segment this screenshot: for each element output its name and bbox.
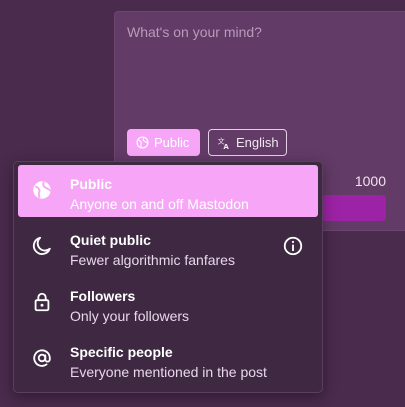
option-title: Public — [70, 176, 113, 192]
option-description: Only your followers — [70, 308, 190, 324]
language-button[interactable]: 文 A English — [208, 129, 287, 156]
option-description: Fewer algorithmic fanfares — [70, 252, 235, 268]
character-counter: 1000 — [354, 173, 386, 189]
visibility-button-label: Public — [154, 135, 190, 150]
globe-icon — [31, 179, 53, 201]
option-text: Followers Only your followers — [70, 288, 189, 325]
post-button[interactable] — [322, 195, 386, 221]
moon-icon — [31, 235, 53, 257]
visibility-option-followers[interactable]: Followers Only your followers — [18, 277, 318, 329]
visibility-option-public[interactable]: Public Anyone on and off Mastodon — [18, 165, 318, 217]
translate-icon: 文 A — [217, 136, 231, 149]
visibility-dropdown: Public Anyone on and off Mastodon Quiet … — [13, 161, 323, 393]
svg-text:A: A — [223, 142, 229, 149]
compose-toolbar: Public 文 A English — [127, 129, 287, 156]
globe-icon — [136, 136, 149, 149]
visibility-button[interactable]: Public — [127, 129, 200, 156]
option-text: Quiet public Fewer algorithmic fanfares — [70, 232, 235, 269]
at-sign-icon — [31, 347, 53, 369]
option-title: Quiet public — [70, 232, 151, 248]
language-button-label: English — [236, 135, 279, 150]
option-title: Followers — [70, 288, 136, 304]
visibility-option-quiet-public[interactable]: Quiet public Fewer algorithmic fanfares — [18, 221, 318, 273]
compose-textarea[interactable]: What's on your mind? — [127, 24, 387, 124]
option-text: Specific people Everyone mentioned in th… — [70, 344, 267, 381]
visibility-option-specific-people[interactable]: Specific people Everyone mentioned in th… — [18, 333, 318, 385]
option-description: Everyone mentioned in the post — [70, 364, 267, 380]
option-title: Specific people — [70, 344, 173, 360]
option-text: Public Anyone on and off Mastodon — [70, 176, 249, 213]
lock-icon — [31, 291, 53, 313]
info-icon[interactable] — [282, 235, 304, 257]
option-description: Anyone on and off Mastodon — [70, 196, 249, 212]
